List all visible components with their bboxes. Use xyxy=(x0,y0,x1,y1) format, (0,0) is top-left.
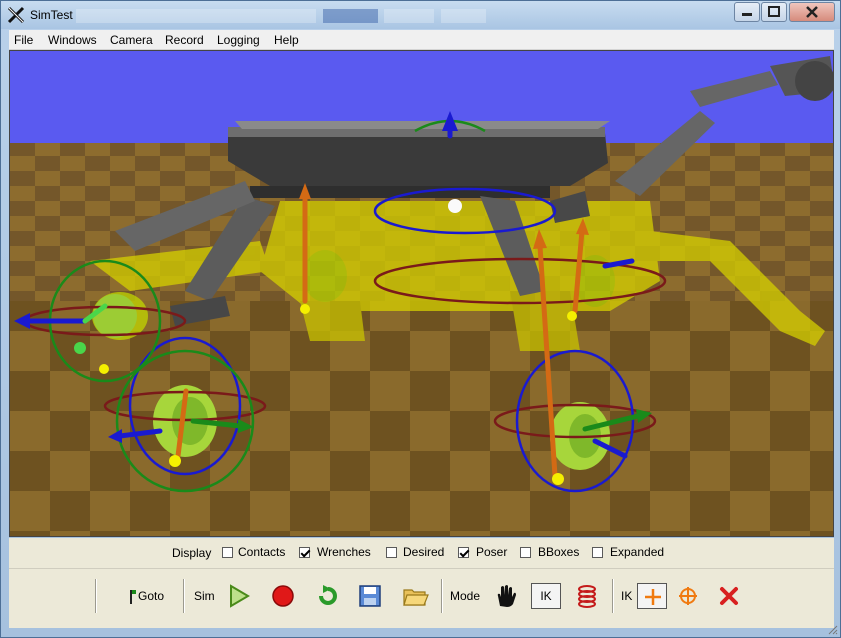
save-button[interactable] xyxy=(355,582,385,610)
reset-icon xyxy=(319,585,337,605)
target-ik-button[interactable] xyxy=(673,582,703,610)
resize-grip-icon[interactable] xyxy=(828,625,838,635)
minimize-icon xyxy=(742,13,752,16)
wrenches-label: Wrenches xyxy=(317,545,371,559)
toolbar-separator xyxy=(441,579,443,613)
poser-checkbox[interactable] xyxy=(458,547,469,558)
desired-label: Desired xyxy=(403,545,445,559)
add-ik-constraint-button[interactable] xyxy=(637,583,667,609)
simulation-scene xyxy=(10,51,833,536)
spring-icon xyxy=(578,585,596,608)
menu-help[interactable]: Help xyxy=(274,33,299,47)
desired-checkbox[interactable] xyxy=(386,547,397,558)
hand-mode-button[interactable] xyxy=(491,582,521,610)
menu-bar: File Windows Camera Record Logging Help xyxy=(9,30,834,50)
goto-label: Goto xyxy=(138,589,165,603)
expanded-checkbox[interactable] xyxy=(592,547,603,558)
delete-ik-button[interactable] xyxy=(714,582,744,610)
maximize-button[interactable] xyxy=(761,2,787,22)
menu-file[interactable]: File xyxy=(14,33,33,47)
menu-logging[interactable]: Logging xyxy=(217,33,260,47)
play-button[interactable] xyxy=(224,582,254,610)
spring-mode-button[interactable] xyxy=(572,582,602,610)
expanded-label: Expanded xyxy=(610,545,665,559)
mode-label: Mode xyxy=(450,589,481,603)
sim-toolbar: Goto Sim Mode IK IK xyxy=(9,568,834,628)
sim-label: Sim xyxy=(194,589,215,603)
toolbar-separator xyxy=(612,579,614,613)
close-icon xyxy=(806,6,818,18)
app-window: SimTest File Windows Camera Record Loggi… xyxy=(0,0,841,638)
bboxes-label: BBoxes xyxy=(538,545,580,559)
background-tab-ghost-2 xyxy=(384,9,434,23)
menu-windows[interactable]: Windows xyxy=(48,33,97,47)
delete-icon xyxy=(720,587,738,605)
record-icon xyxy=(272,585,294,607)
background-title-ghost xyxy=(76,9,316,23)
x11-app-icon xyxy=(7,6,25,24)
toolbar-separator xyxy=(95,579,97,613)
ik-label: IK xyxy=(621,589,633,603)
contacts-checkbox[interactable] xyxy=(222,547,233,558)
save-icon xyxy=(359,585,381,607)
goto-button[interactable]: Goto xyxy=(113,582,173,610)
minimize-button[interactable] xyxy=(734,2,760,22)
crosshair-icon xyxy=(679,587,697,605)
open-folder-icon xyxy=(403,589,429,606)
hand-icon xyxy=(497,585,516,607)
background-tab-ghost xyxy=(323,9,378,23)
maximize-icon xyxy=(768,6,780,17)
close-button[interactable] xyxy=(789,2,835,22)
toolbar-separator xyxy=(183,579,185,613)
title-bar: SimTest xyxy=(1,1,840,29)
menu-camera[interactable]: Camera xyxy=(110,33,153,47)
play-icon xyxy=(230,584,250,608)
bboxes-checkbox[interactable] xyxy=(520,547,531,558)
wrenches-checkbox[interactable] xyxy=(299,547,310,558)
ik-mode-button[interactable]: IK xyxy=(531,583,561,609)
record-button[interactable] xyxy=(268,582,298,610)
3d-viewport[interactable] xyxy=(9,50,834,537)
display-options-bar: Display Contacts Wrenches Desired Poser … xyxy=(9,538,834,568)
window-title: SimTest xyxy=(30,8,73,22)
menu-record[interactable]: Record xyxy=(165,33,204,47)
background-tab-ghost-3 xyxy=(441,9,486,23)
reset-button[interactable] xyxy=(313,582,343,610)
display-label: Display xyxy=(172,546,212,560)
poser-label: Poser xyxy=(476,545,508,559)
contacts-label: Contacts xyxy=(238,545,286,559)
open-button[interactable] xyxy=(400,582,430,610)
plus-icon xyxy=(645,589,661,605)
